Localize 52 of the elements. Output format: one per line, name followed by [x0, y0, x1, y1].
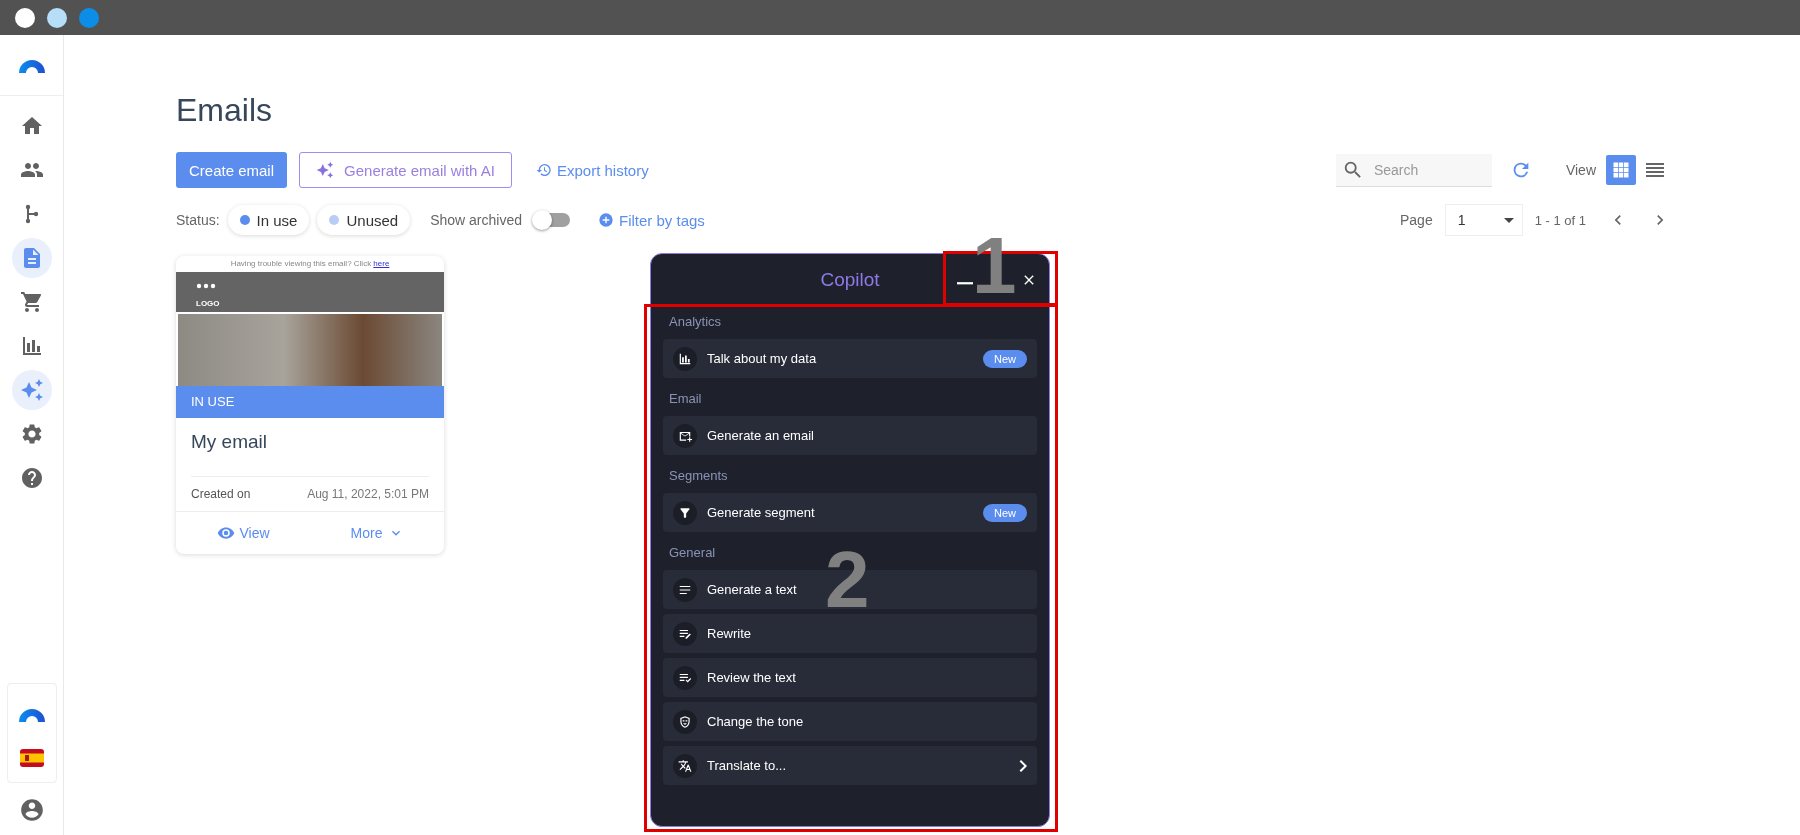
bar-chart-icon	[678, 351, 692, 366]
history-icon	[535, 162, 552, 178]
window-control-dot[interactable]	[15, 7, 35, 28]
flag-icon[interactable]	[19, 746, 44, 770]
created-date: Aug 11, 2022, 5:01 PM	[307, 487, 429, 501]
status-band: IN USE	[176, 386, 444, 418]
copilot-menu-item[interactable]: Talk about my data New	[663, 339, 1037, 378]
account-icon[interactable]	[18, 797, 45, 823]
section-heading: General	[668, 544, 717, 562]
copilot-menu-item[interactable]: Change the tone	[663, 702, 1037, 741]
new-badge: New	[983, 503, 1027, 522]
card-title: My email	[191, 426, 429, 477]
translate-icon	[678, 758, 692, 773]
mask-icon	[678, 714, 692, 729]
sparkle-icon	[316, 161, 335, 179]
view-toggle[interactable]	[1606, 155, 1636, 185]
created-label: Created on	[191, 487, 251, 501]
logo-text: LOGO	[196, 299, 221, 308]
page-select[interactable]: 1	[1444, 204, 1523, 236]
copilot-menu-item[interactable]: Generate an email	[663, 416, 1037, 455]
page-label: Page	[1400, 212, 1433, 228]
section-heading: Segments	[668, 467, 729, 485]
sidebar-item[interactable]	[11, 370, 52, 410]
copilot-menu-item[interactable]: Translate to...	[663, 746, 1037, 785]
window-control-dot[interactable]	[79, 7, 99, 28]
preheader-text: Having trouble viewing this email? Click here	[229, 258, 391, 270]
copilot-menu-item[interactable]: Review the text	[663, 658, 1037, 697]
preheader-link[interactable]: here	[373, 259, 390, 268]
eye-icon	[216, 524, 235, 542]
window-control-dot[interactable]	[47, 7, 67, 28]
copilot-menu-item[interactable]: Rewrite	[663, 614, 1037, 653]
copilot-menu-item[interactable]: Generate segment New	[663, 493, 1037, 532]
view-label: View	[1565, 162, 1596, 178]
page-title: Emails	[176, 91, 273, 130]
caret-icon	[1503, 217, 1514, 223]
page-range: 1 - 1 of 1	[1534, 212, 1586, 228]
new-badge: New	[983, 349, 1027, 368]
show-archived-label: Show archived	[430, 212, 522, 228]
status-chip[interactable]: In use	[227, 205, 310, 235]
sidebar-item[interactable]	[11, 238, 52, 278]
section-heading: Email	[668, 390, 703, 408]
status-chip[interactable]: Unused	[317, 205, 411, 235]
cart-icon	[19, 290, 44, 314]
search-field[interactable]: Search	[1335, 153, 1492, 187]
section-heading: Analytics	[668, 313, 723, 331]
sparkle-icon	[19, 378, 44, 402]
minimize-icon	[957, 282, 973, 285]
filter-icon	[678, 505, 692, 520]
copilot-title: Copilot	[820, 269, 880, 291]
help-icon	[19, 466, 44, 490]
status-label: Status:	[176, 212, 220, 228]
archived-toggle[interactable]	[534, 213, 570, 227]
